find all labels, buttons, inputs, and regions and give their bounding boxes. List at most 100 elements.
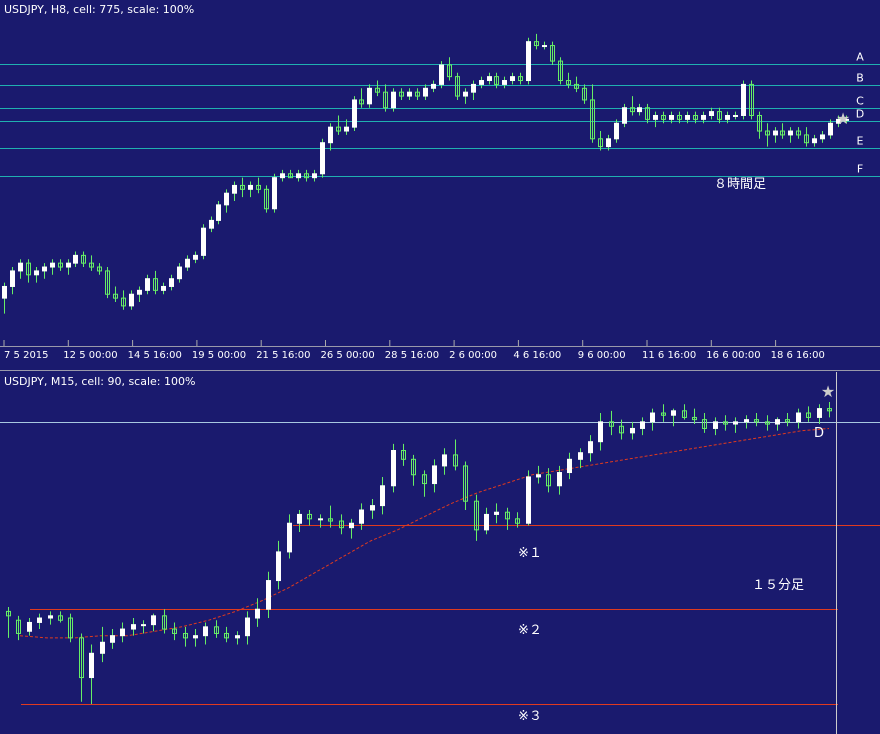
m15-candle-body xyxy=(640,421,645,429)
m15-candle-body xyxy=(276,551,281,582)
h8-candle-body xyxy=(741,83,746,116)
h8-xtick-label: 11 6 16:00 xyxy=(642,350,696,361)
h8-candle xyxy=(582,84,587,104)
m15-candle xyxy=(380,476,385,515)
h8-candle-body xyxy=(352,99,357,128)
h8-candle-body xyxy=(50,262,55,268)
m15-candle xyxy=(120,622,125,643)
h8-candle-body xyxy=(161,285,166,291)
h8-candle xyxy=(296,169,301,182)
m15-candle xyxy=(151,613,156,632)
h8-xtick-label: 7 5 2015 xyxy=(4,350,49,361)
m15-candle xyxy=(255,598,260,627)
h8-candle-body xyxy=(439,64,444,85)
m15-candle xyxy=(661,404,666,422)
h8-candle-body xyxy=(169,278,174,287)
h8-candle-body xyxy=(272,177,277,210)
h8-candle xyxy=(645,103,650,124)
h8-candle-body xyxy=(328,126,333,144)
m15-candle-body xyxy=(48,615,53,619)
h8-candle xyxy=(526,37,531,85)
m15-candle xyxy=(224,626,229,643)
m15-candle xyxy=(775,417,780,431)
h8-candle xyxy=(637,103,642,116)
m15-candle xyxy=(806,406,811,422)
m15-candle-body xyxy=(131,624,136,630)
m15-candle xyxy=(48,611,53,625)
h8-candle xyxy=(328,123,333,151)
h8-candle-body xyxy=(828,122,833,136)
m15-candle xyxy=(370,498,375,519)
h8-candle xyxy=(50,259,55,275)
h8-candle xyxy=(169,274,174,291)
h8-candle xyxy=(2,282,7,314)
h8-candle-body xyxy=(812,138,817,144)
h8-candle xyxy=(97,263,102,275)
h8-candle xyxy=(272,173,277,213)
m15-candle xyxy=(235,631,240,645)
h8-candle xyxy=(447,57,452,81)
m15-level-label: D xyxy=(814,426,824,441)
h8-candle-body xyxy=(312,173,317,179)
h8-candle-body xyxy=(344,126,349,132)
h8-candle xyxy=(590,84,595,143)
m15-candle-body xyxy=(151,615,156,626)
h8-candle xyxy=(240,177,245,198)
h8-candle xyxy=(820,131,825,143)
h8-level-label: F xyxy=(857,163,863,176)
m15-candle-body xyxy=(588,441,593,454)
h8-candle xyxy=(359,88,364,108)
h8-candle xyxy=(137,286,142,303)
h8-candle-body xyxy=(685,114,690,120)
m15-candle xyxy=(817,404,822,425)
chart-window: USDJPY, H8, cell: 775, scale: 100% ABCDE… xyxy=(0,0,880,734)
m15-candle-body xyxy=(27,621,32,632)
m15-candle-body xyxy=(297,513,302,524)
h8-candle xyxy=(185,255,190,271)
m15-candle xyxy=(526,470,531,526)
m15-candle-body xyxy=(557,472,562,487)
m15-candle xyxy=(744,415,749,429)
h8-candle-body xyxy=(137,289,142,295)
m15-candle xyxy=(37,613,42,630)
m15-timeframe-annotation: １５分足 xyxy=(752,578,804,593)
h8-chart-header: USDJPY, H8, cell: 775, scale: 100% xyxy=(4,3,194,16)
h8-candle-body xyxy=(788,130,793,136)
h8-candle xyxy=(828,119,833,139)
m15-candle xyxy=(796,408,801,429)
h8-candle xyxy=(383,84,388,112)
h8-candle xyxy=(550,41,555,65)
m15-candle-body xyxy=(89,652,94,679)
h8-candle-body xyxy=(280,173,285,179)
h8-candle-body xyxy=(42,266,47,272)
h8-candle xyxy=(224,189,229,213)
h8-candle xyxy=(487,72,492,85)
h8-candle xyxy=(201,224,206,260)
h8-candle-body xyxy=(701,114,706,120)
m15-candle xyxy=(474,494,479,541)
h8-candle xyxy=(121,290,126,310)
h8-xtick-label: 2 6 00:00 xyxy=(449,350,497,361)
m15-candle-body xyxy=(817,408,822,418)
m15-candle xyxy=(442,448,447,475)
h8-candle-body xyxy=(66,262,71,268)
h8-candle-body xyxy=(725,114,730,120)
h8-candle xyxy=(796,127,801,139)
m15-candle xyxy=(494,503,499,524)
h8-candle xyxy=(367,84,372,108)
h8-candle xyxy=(89,255,94,271)
h8-xtick-label: 19 5 00:00 xyxy=(192,350,246,361)
h8-candle xyxy=(518,72,523,85)
m15-candle xyxy=(58,611,63,623)
m15-candle-body xyxy=(484,513,489,531)
h8-candle xyxy=(304,169,309,182)
h8-candle xyxy=(129,290,134,310)
m15-star-marker: ★ xyxy=(821,382,835,401)
h8-candle-body xyxy=(407,91,412,97)
m15-candle-body xyxy=(567,458,572,474)
h8-candle xyxy=(773,127,778,143)
m15-candle xyxy=(100,626,105,663)
h8-candle-body xyxy=(431,83,436,89)
h8-candle-body xyxy=(2,285,7,299)
h8-candle xyxy=(232,181,237,201)
